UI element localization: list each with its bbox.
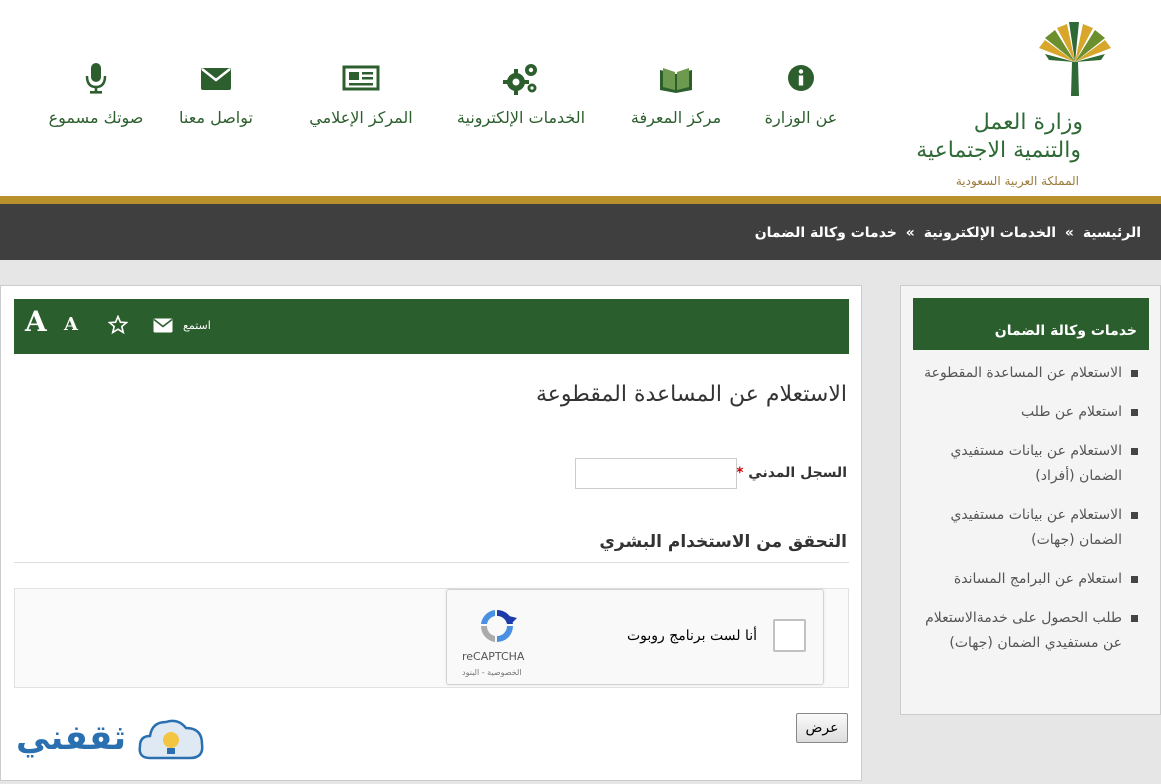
- palm-logo-icon: [1039, 22, 1111, 96]
- watermark-text: ثقفني: [16, 718, 126, 758]
- font-increase-button[interactable]: A: [25, 305, 47, 338]
- nav-eservices[interactable]: الخدمات الإلكترونية: [451, 60, 591, 127]
- main-panel: A A استمع الاستعلام عن المساعدة المقطوعة…: [0, 285, 862, 781]
- star-icon[interactable]: [108, 315, 128, 335]
- sidebar-item-support-programs[interactable]: استعلام عن البرامج المساندة: [923, 567, 1138, 592]
- nav-knowledge-label: مركز المعرفة: [630, 108, 722, 127]
- nav-voice-label: صوتك مسموع: [48, 108, 144, 127]
- captcha-section-title: التحقق من الاستخدام البشري: [599, 532, 847, 552]
- header-divider: [0, 196, 1161, 204]
- submit-button[interactable]: عرض: [796, 713, 848, 743]
- nav-contact[interactable]: تواصل معنا: [171, 60, 261, 127]
- recaptcha-brand: reCAPTCHA: [462, 650, 525, 663]
- breadcrumb-eservices[interactable]: الخدمات الإلكترونية: [924, 225, 1056, 241]
- logo-country: المملكة العربية السعودية: [955, 174, 1079, 188]
- font-decrease-button[interactable]: A: [64, 314, 78, 335]
- nav-contact-label: تواصل معنا: [179, 108, 253, 127]
- sidebar-item-request-status[interactable]: استعلام عن طلب: [923, 400, 1138, 425]
- recaptcha-checkbox[interactable]: [773, 619, 806, 652]
- nav-about[interactable]: عن الوزارة: [761, 60, 841, 127]
- breadcrumb-separator: »: [1064, 225, 1074, 241]
- captcha-container: أنا لست برنامج روبوت reCAPTCHA الخصوصية …: [14, 588, 849, 688]
- civil-id-input[interactable]: [575, 458, 737, 489]
- book-icon: [660, 68, 692, 93]
- sidebar-item-beneficiaries-individuals[interactable]: الاستعلام عن بيانات مستفيدي الضمان (أفرا…: [923, 439, 1138, 489]
- page-title: الاستعلام عن المساعدة المقطوعة: [535, 382, 847, 407]
- logo-title-line1: وزارة العمل: [973, 110, 1083, 135]
- logo-title-line2: والتنمية الاجتماعية: [916, 138, 1081, 163]
- breadcrumb-home[interactable]: الرئيسية: [1083, 225, 1141, 241]
- sidebar: خدمات وكالة الضمان الاستعلام عن المساعدة…: [900, 285, 1161, 715]
- lightbulb-cloud-icon: [138, 719, 204, 760]
- breadcrumb-bar: الرئيسية » الخدمات الإلكترونية » خدمات و…: [0, 204, 1161, 260]
- recaptcha-widget: أنا لست برنامج روبوت reCAPTCHA الخصوصية …: [446, 589, 824, 685]
- civil-id-label: السجل المدني *: [732, 465, 847, 481]
- info-icon: [788, 65, 814, 91]
- site-watermark: ثقفني: [16, 712, 211, 776]
- breadcrumb-current: خدمات وكالة الضمان: [754, 225, 897, 241]
- gears-icon: [503, 64, 537, 95]
- civil-id-label-text: السجل المدني: [748, 465, 847, 481]
- sidebar-list: الاستعلام عن المساعدة المقطوعة استعلام ع…: [923, 361, 1138, 670]
- breadcrumb-separator: »: [905, 225, 915, 241]
- nav-media[interactable]: المركز الإعلامي: [306, 60, 416, 127]
- recaptcha-terms-link[interactable]: الخصوصية - البنود: [462, 668, 522, 677]
- envelope-icon: [201, 68, 231, 90]
- listen-button[interactable]: استمع: [183, 319, 211, 332]
- nav-voice[interactable]: صوتك مسموع: [41, 60, 151, 127]
- newspaper-icon: [342, 65, 380, 91]
- sidebar-item-entity-service-request[interactable]: طلب الحصول على خدمةالاستعلام عن مستفيدي …: [923, 606, 1138, 656]
- sidebar-title: خدمات وكالة الضمان: [913, 298, 1149, 350]
- section-divider: [14, 562, 849, 563]
- recaptcha-label: أنا لست برنامج روبوت: [626, 628, 757, 644]
- breadcrumb: الرئيسية » الخدمات الإلكترونية » خدمات و…: [753, 225, 1143, 241]
- microphone-icon: [85, 63, 107, 94]
- ministry-logo[interactable]: وزارة العمل والتنمية الاجتماعية المملكة …: [916, 18, 1133, 188]
- site-header: وزارة العمل والتنمية الاجتماعية المملكة …: [0, 0, 1161, 196]
- nav-about-label: عن الوزارة: [764, 108, 838, 127]
- main-nav: عن الوزارة مركز المعرفة الخدمات الإلكترو…: [49, 60, 841, 140]
- nav-media-label: المركز الإعلامي: [309, 108, 413, 127]
- email-share-icon[interactable]: [153, 318, 173, 333]
- required-mark: *: [736, 465, 744, 481]
- nav-eservices-label: الخدمات الإلكترونية: [456, 108, 586, 127]
- sidebar-item-lump-sum[interactable]: الاستعلام عن المساعدة المقطوعة: [923, 361, 1138, 386]
- nav-knowledge[interactable]: مركز المعرفة: [626, 60, 726, 127]
- recaptcha-logo-icon: [480, 609, 517, 642]
- sidebar-item-beneficiaries-entities[interactable]: الاستعلام عن بيانات مستفيدي الضمان (جهات…: [923, 503, 1138, 553]
- accessibility-toolbar: A A استمع: [14, 299, 849, 354]
